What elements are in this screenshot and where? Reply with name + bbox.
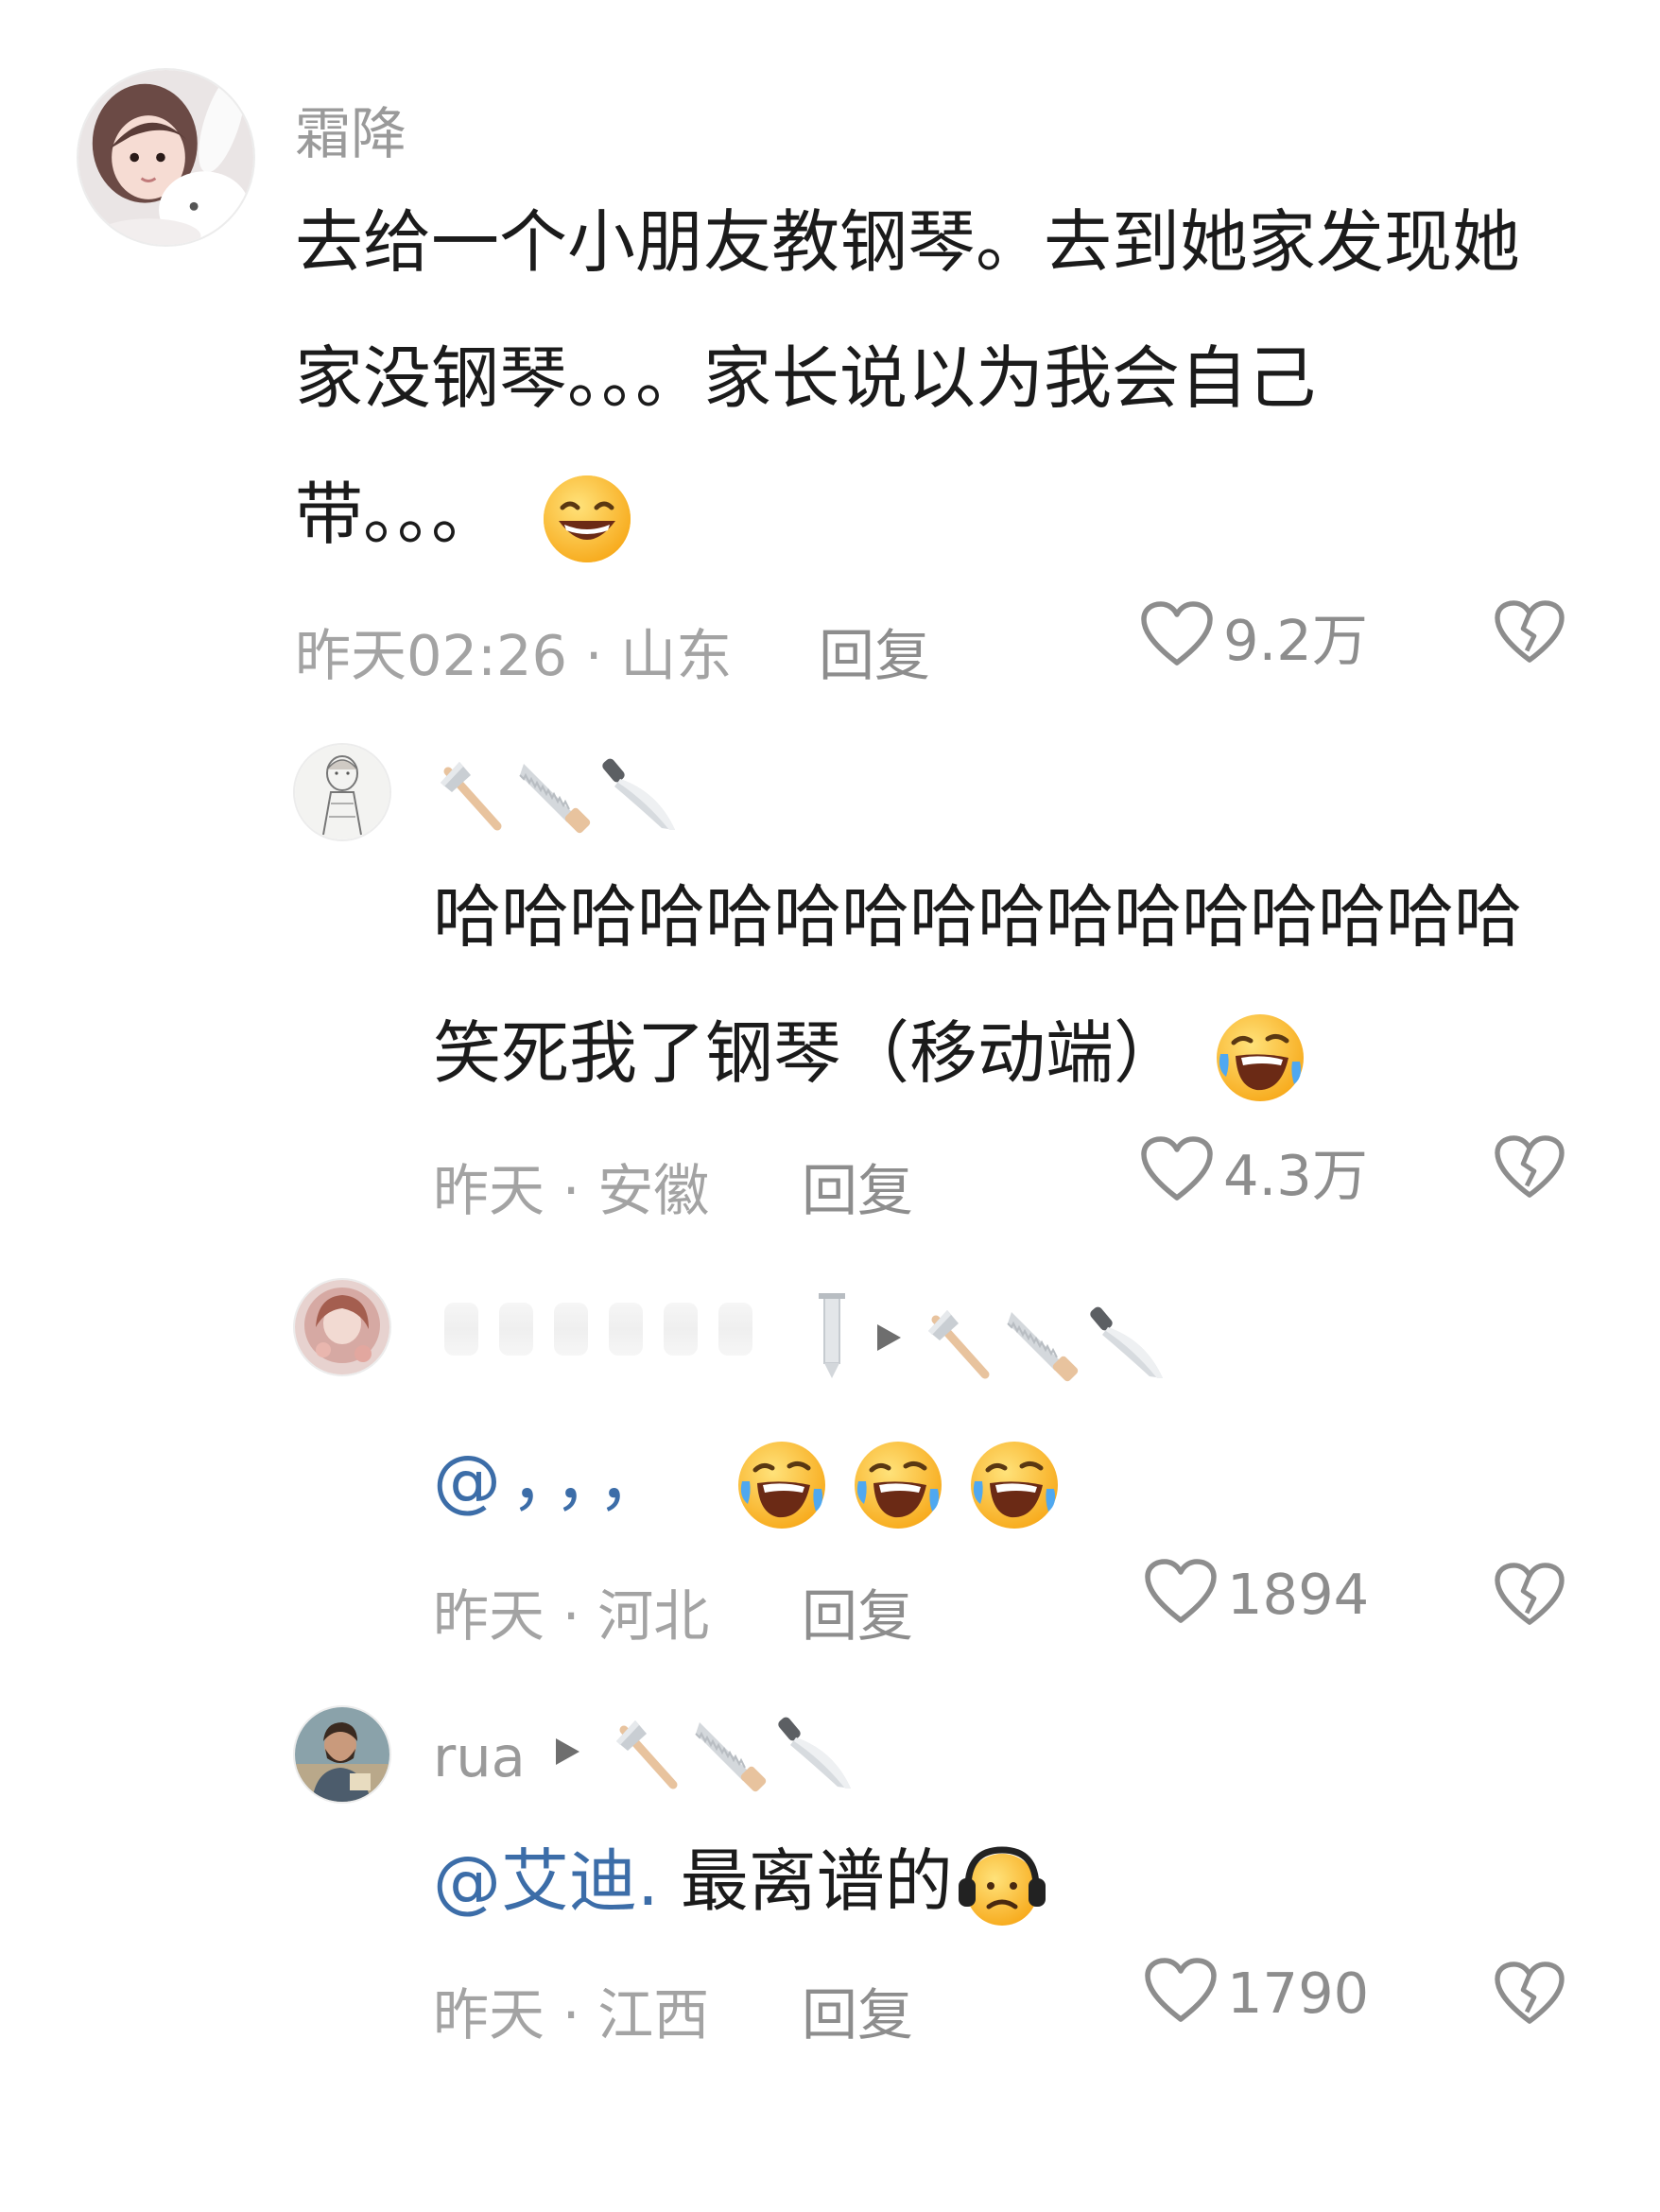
axe-icon: [431, 754, 510, 834]
username[interactable]: 霜降: [295, 89, 406, 169]
mention-link[interactable]: @艾迪.: [433, 1841, 659, 1921]
username-badges: [552, 1713, 856, 1792]
sword-icon: [811, 1291, 853, 1382]
saw-icon: [692, 1713, 771, 1792]
broken-heart-icon[interactable]: [1494, 1134, 1565, 1204]
username-badges: [431, 754, 681, 834]
knife-icon: [777, 1713, 856, 1792]
headphones-frowning-face-icon: [955, 1839, 1049, 1933]
play-arrow-icon: [873, 1322, 904, 1354]
username-badges: [811, 1291, 1168, 1382]
heart-icon: [1140, 600, 1214, 672]
reply-button[interactable]: 回复: [802, 1970, 913, 2050]
comment-text: 哈哈哈哈哈哈哈哈哈哈哈哈哈哈哈哈 笑死我了钢琴（移动端）: [433, 849, 1522, 1121]
avatar[interactable]: [293, 1705, 391, 1804]
mention-link[interactable]: @，，，: [433, 1441, 675, 1520]
reply-button[interactable]: 回复: [802, 1571, 913, 1651]
like-button[interactable]: 1790: [1144, 1957, 1369, 2029]
play-arrow-icon: [552, 1736, 582, 1768]
avatar[interactable]: [77, 68, 255, 247]
comment-text-line: 去给一个小朋友教钢琴。去到她家发现她: [295, 202, 1521, 282]
comment-text: 去给一个小朋友教钢琴。去到她家发现她 家没钢琴。。。家长说以为我会自己 带。。。: [295, 174, 1520, 582]
comment-text-segment: 最离谱的: [658, 1841, 953, 1921]
rolling-laughing-face-icon: [735, 1441, 1062, 1529]
comment-text: @，，，: [433, 1412, 1062, 1548]
comment-thread: 霜降 去给一个小朋友教钢琴。去到她家发现她 家没钢琴。。。家长说以为我会自己 带…: [0, 0, 1660, 2212]
comment-text-line: 家没钢琴。。。家长说以为我会自己: [295, 338, 1317, 418]
comment-text-segment: 带。。。: [295, 475, 500, 554]
comment-text-segment: 笑死我了钢琴（移动端）: [433, 1013, 1183, 1093]
heart-icon: [1140, 1135, 1214, 1207]
comment-meta: 昨天02:26 · 山东: [295, 623, 733, 688]
like-button[interactable]: 9.2万: [1140, 596, 1368, 676]
grinning-sweat-face-icon: [540, 472, 634, 566]
like-button[interactable]: 1894: [1144, 1558, 1369, 1630]
reply-button[interactable]: 回复: [819, 611, 930, 691]
broken-heart-icon[interactable]: [1494, 599, 1565, 669]
comment-text-line: 笑死我了钢琴（移动端）: [433, 985, 1522, 1121]
like-count: 1790: [1227, 1960, 1370, 2026]
avatar[interactable]: [293, 743, 391, 841]
heart-icon: [1144, 1957, 1218, 2029]
rolling-laughing-face-icon: [735, 1438, 829, 1532]
axe-icon: [919, 1303, 998, 1382]
username[interactable]: rua: [433, 1724, 526, 1789]
comment-meta: 昨天 · 河北: [433, 1583, 710, 1649]
saw-icon: [516, 754, 596, 834]
saw-icon: [1004, 1303, 1083, 1382]
comment-text: @艾迪. 最离谱的: [433, 1813, 1049, 1949]
comment-meta: 昨天 · 江西: [433, 1982, 710, 2048]
rolling-laughing-face-icon: [967, 1438, 1062, 1532]
axe-icon: [607, 1713, 686, 1792]
reply-button[interactable]: 回复: [802, 1146, 913, 1226]
comment-meta: 昨天 · 安徽: [433, 1158, 710, 1223]
like-count: 1894: [1227, 1561, 1370, 1627]
knife-icon: [601, 754, 681, 834]
like-button[interactable]: 4.3万: [1140, 1131, 1368, 1211]
like-count: 9.2万: [1223, 608, 1368, 673]
knife-icon: [1089, 1303, 1168, 1382]
comment-text-line: 带。。。: [295, 446, 1520, 582]
rolling-laughing-face-icon: [1213, 1011, 1307, 1105]
rolling-laughing-face-icon: [851, 1438, 945, 1532]
avatar[interactable]: [293, 1278, 391, 1376]
like-count: 4.3万: [1223, 1143, 1368, 1208]
username-blurred: [444, 1303, 752, 1356]
heart-icon: [1144, 1558, 1218, 1630]
broken-heart-icon[interactable]: [1494, 1961, 1565, 2031]
comment-text-line: 哈哈哈哈哈哈哈哈哈哈哈哈哈哈哈哈: [433, 877, 1523, 957]
broken-heart-icon[interactable]: [1494, 1562, 1565, 1632]
